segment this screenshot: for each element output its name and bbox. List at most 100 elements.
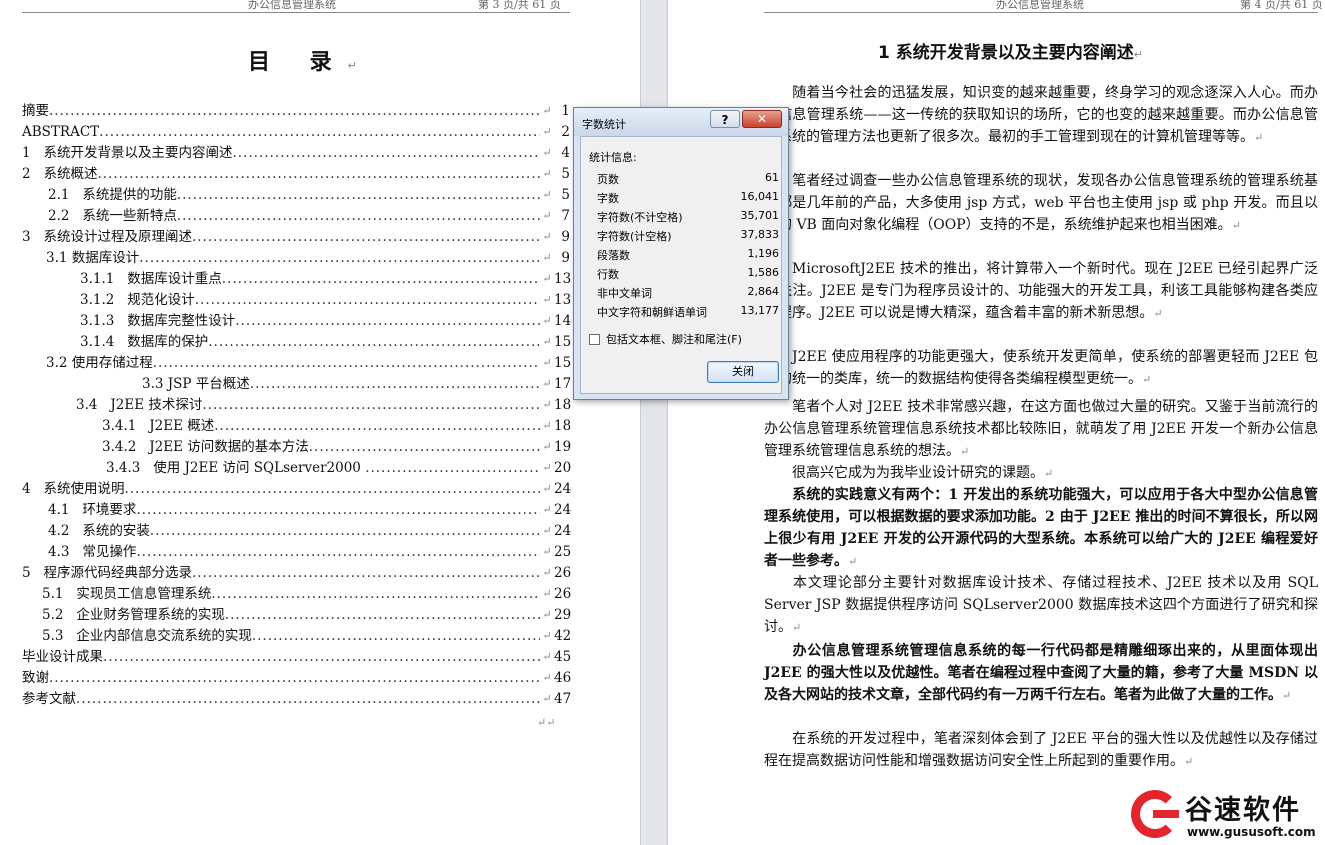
close-icon[interactable]: ✕ xyxy=(742,110,782,128)
body-paragraph: 很高兴它成为为我毕业设计研究的课题。↵ xyxy=(764,462,1318,485)
toc-entry-page: 24 xyxy=(554,481,572,497)
toc-entry[interactable]: 4.3 常见操作 ↵25 xyxy=(48,542,571,562)
toc-entry-title: 2.1 系统提供的功能 xyxy=(48,187,177,203)
toc-entry-page: 4 xyxy=(561,145,570,161)
toc-leader-dots xyxy=(97,164,540,184)
toc-entry[interactable]: 摘要 ↵ 1 xyxy=(22,101,570,121)
logo-url-text: www.gususoft.com xyxy=(1187,825,1316,839)
toc-entry-title: 2.2 系统一些新特点 xyxy=(48,208,177,224)
toc-entry-title: 3.1.3 数据库完整性设计 xyxy=(80,313,236,329)
body-paragraph: J2EE 使应用程序的功能更强大，使系统开发更简单，使系统的部署更轻而 J2EE… xyxy=(764,346,1318,391)
toc-leader-dots xyxy=(222,269,540,289)
statistic-value: 1,196 xyxy=(747,247,780,260)
toc-entry[interactable]: 3.1.1 数据库设计重点 ↵13 xyxy=(80,269,571,289)
statistic-row: 行数 1,586 xyxy=(597,264,779,283)
paragraph-mark: ↵ xyxy=(1282,689,1292,702)
toc-entry-page: 19 xyxy=(554,439,572,455)
paragraph-mark: ↵ xyxy=(542,251,552,264)
toc-entry[interactable]: 3.4.1 J2EE 概述 ↵18 xyxy=(102,416,572,436)
toc-entry[interactable]: 1 系统开发背景以及主要内容阐述 ↵ 4 xyxy=(22,143,570,163)
toc-leader-dots xyxy=(195,290,540,310)
paragraph-mark: ↵ xyxy=(542,650,552,663)
toc-entry[interactable]: 3.4 J2EE 技术探讨 ↵18 xyxy=(76,395,571,415)
statistic-value: 16,041 xyxy=(740,190,780,203)
toc-entry[interactable]: 4 系统使用说明 ↵24 xyxy=(22,479,572,499)
paragraph-mark: ↵ xyxy=(960,445,970,458)
body-paragraph: 办公信息管理系统管理信息系统的每一行代码都是精雕细琢出来的，从里面体现出 J2E… xyxy=(764,640,1318,707)
statistic-row: 字数 16,041 xyxy=(597,188,779,207)
toc-entry-title: 5.1 实现员工信息管理系统 xyxy=(42,586,212,602)
header-page-number: 第 3 页/共 61 页 xyxy=(478,0,561,11)
toc-entry-title: 3.1.1 数据库设计重点 xyxy=(80,271,222,287)
toc-entry-page: 7 xyxy=(561,208,570,224)
paragraph-mark: ↵ xyxy=(542,545,552,558)
statistic-value: 35,701 xyxy=(740,209,780,222)
toc-entry[interactable]: 2 系统概述 ↵ 5 xyxy=(22,164,570,184)
logo-mark-bar xyxy=(1153,810,1179,818)
toc-entry-title: 3.1.4 数据库的保护 xyxy=(80,334,209,350)
checkbox-box[interactable] xyxy=(589,333,600,345)
word-count-dialog: 字数统计 ? ✕ 统计信息: 页数 61 字数 16,041 字符数(不计空格) 35,7… xyxy=(573,107,789,400)
toc-entry[interactable]: 2.1 系统提供的功能 ↵ 5 xyxy=(48,185,570,205)
logo-brand-text: 谷速软件 xyxy=(1185,795,1301,826)
toc-leader-dots xyxy=(252,626,540,646)
toc-entry-page: 18 xyxy=(554,418,572,434)
toc-entry-title: 4.3 常见操作 xyxy=(48,544,137,560)
toc-entry[interactable]: 4.2 系统的安装 ↵24 xyxy=(48,521,571,541)
dialog-titlebar[interactable]: 字数统计 ? ✕ xyxy=(574,108,788,136)
include-textboxes-checkbox[interactable]: 包括文本框、脚注和尾注(F) xyxy=(589,331,742,347)
toc-entry[interactable]: 3.1.2 规范化设计 ↵13 xyxy=(80,290,572,310)
toc-leader-dots xyxy=(153,353,540,373)
paragraph-mark: ↵ xyxy=(542,587,552,600)
toc-entry[interactable]: 3.1.4 数据库的保护 ↵15 xyxy=(80,332,572,352)
paragraph-text: J2EE 使应用程序的功能更强大，使系统开发更简单，使系统的部署更轻而 J2EE… xyxy=(764,349,1318,387)
toc-leader-dots xyxy=(177,206,540,226)
toc-entry[interactable]: 5.2 企业财务管理系统的实现 ↵29 xyxy=(42,605,571,625)
dialog-body: 统计信息: 页数 61 字数 16,041 字符数(不计空格) 35,701 字符数(计空格… xyxy=(580,136,782,394)
watermark-logo: 谷速软件 www.gususoft.com xyxy=(1127,784,1325,845)
paragraph-mark: ↵ xyxy=(542,482,552,495)
paragraph-mark: ↵ xyxy=(542,566,552,579)
statistic-label: 非中文单词 xyxy=(597,287,652,300)
statistics-list: 页数 61 字数 16,041 字符数(不计空格) 35,701 字符数(计空格) 37,83… xyxy=(597,169,779,321)
toc-entry-page: 15 xyxy=(554,334,572,350)
toc-entry[interactable]: 5 程序源代码经典部分选录 ↵26 xyxy=(22,563,571,583)
body-paragraph: 系统的实践意义有两个：1 开发出的系统功能强大，可以应用于各大中型办公信息管理系… xyxy=(764,484,1318,573)
toc-entry[interactable]: 5.3 企业内部信息交流系统的实现 ↵42 xyxy=(42,626,571,646)
toc-leader-dots xyxy=(136,542,540,562)
toc-entry[interactable]: 2.2 系统一些新特点 ↵ 7 xyxy=(48,206,570,226)
toc-entry[interactable]: 5.1 实现员工信息管理系统 ↵26 xyxy=(42,584,571,604)
paragraph-mark: ↵ xyxy=(542,146,552,159)
help-button[interactable]: ? xyxy=(710,110,740,128)
toc-entry-page: 5 xyxy=(561,166,570,182)
toc-entry[interactable]: 4.1 环境要求 ↵24 xyxy=(48,500,571,520)
toc-entry-page: 13 xyxy=(554,292,572,308)
toc-entry[interactable]: 3.2 使用存储过程 ↵15 xyxy=(46,353,571,373)
toc-entry[interactable]: 3 系统设计过程及原理阐述 ↵ 9 xyxy=(22,227,570,247)
toc-entry-page: 14 xyxy=(554,313,572,329)
paragraph-text: 很高兴它成为为我毕业设计研究的课题。 xyxy=(792,465,1044,481)
toc-entry-page: 46 xyxy=(554,670,572,686)
paragraph-mark: ↵ xyxy=(542,419,552,432)
toc-entry-title: 摘要 xyxy=(22,103,49,119)
toc-entry-title: 5 程序源代码经典部分选录 xyxy=(22,565,192,581)
toc-entry[interactable]: 3.3 JSP 平台概述 ↵17 xyxy=(142,374,571,394)
toc-leader-dots xyxy=(150,521,540,541)
toc-leader-dots xyxy=(208,332,540,352)
toc-entry[interactable]: 致谢 ↵46 xyxy=(22,668,572,688)
toc-entry-title: 3.4.2 J2EE 访问数据的基本方法 xyxy=(102,439,309,455)
toc-entry[interactable]: 3.1.3 数据库完整性设计 ↵14 xyxy=(80,311,572,331)
paragraph-mark: ↵ xyxy=(542,272,552,285)
toc-entry[interactable]: 参考文献 ↵47 xyxy=(22,689,571,709)
toc-entry-page: 1 xyxy=(561,103,570,119)
toc-leader-dots xyxy=(139,248,540,268)
toc-leader-dots xyxy=(232,143,540,163)
toc-entry[interactable]: 3.1 数据库设计 ↵ 9 xyxy=(46,248,570,268)
close-button[interactable]: 关闭 xyxy=(707,361,779,383)
toc-entry[interactable]: 3.4.3 使用 J2EE 访问 SQLserver2000 ↵20 xyxy=(106,458,571,478)
toc-entry[interactable]: ABSTRACT ↵ 2 xyxy=(22,122,570,142)
toc-entry[interactable]: 3.4.2 J2EE 访问数据的基本方法 ↵19 xyxy=(102,437,572,457)
paragraph-mark: ↵ xyxy=(1142,373,1152,386)
toc-entry[interactable]: 毕业设计成果 ↵45 xyxy=(22,647,571,667)
toc-entry-title: 3.2 使用存储过程 xyxy=(46,355,153,371)
